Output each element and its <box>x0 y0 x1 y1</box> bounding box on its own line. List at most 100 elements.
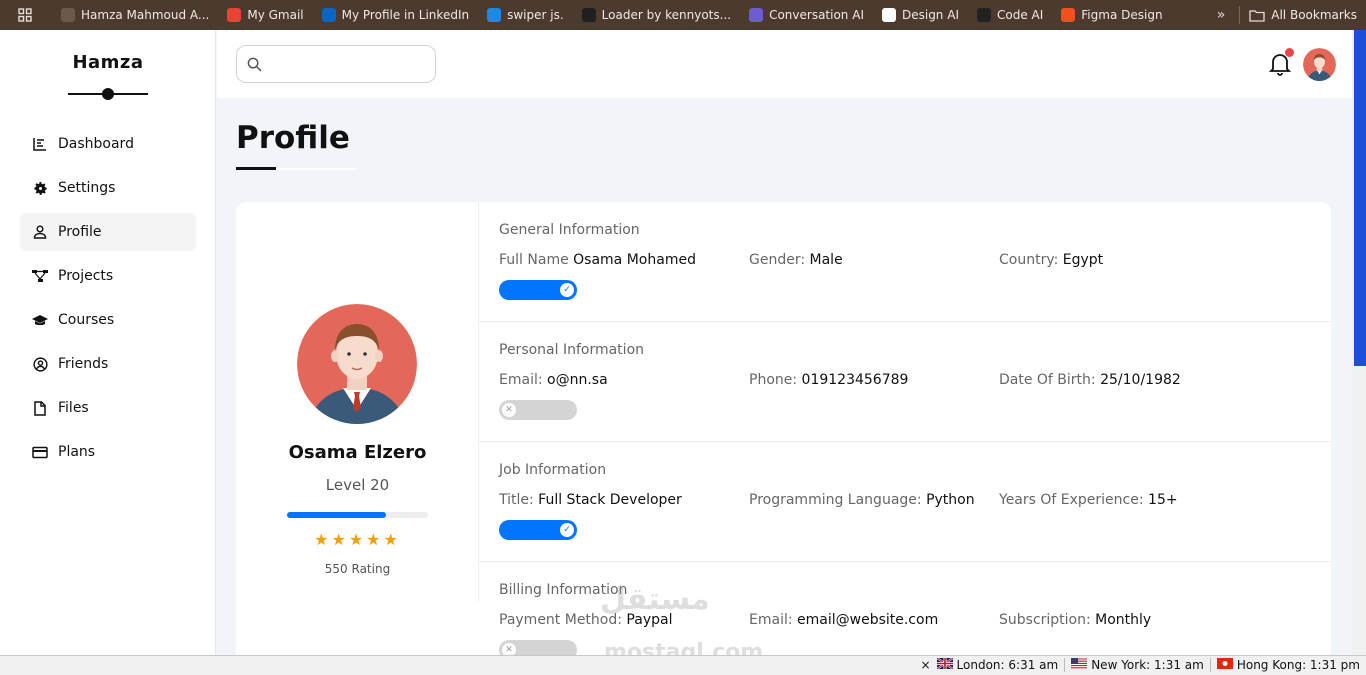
brand-name: Hamza <box>72 52 144 73</box>
field-label: Phone: <box>749 372 802 388</box>
search-box[interactable] <box>236 45 436 83</box>
info-field: Subscription: Monthly <box>999 612 1151 628</box>
world-clock: London: 6:31 am <box>936 658 1058 672</box>
sidebar-item-settings[interactable]: Settings <box>20 169 196 207</box>
sidebar-item-friends[interactable]: Friends <box>20 345 196 383</box>
section-title: Personal Information <box>499 342 645 358</box>
uiverse-icon <box>581 8 596 22</box>
search-icon <box>247 57 262 72</box>
field-value: Osama Mohamed <box>573 252 696 268</box>
rating-count: 550 Rating <box>324 562 391 576</box>
bookmark-my-profile-in-linkedin[interactable]: My Profile in LinkedIn <box>313 0 478 30</box>
field-label: Subscription: <box>999 612 1096 628</box>
field-label: Years Of Experience: <box>999 492 1149 508</box>
field-value: 25/10/1982 <box>1100 372 1181 388</box>
bookmark-label: swiper js. <box>507 8 564 22</box>
file-icon <box>32 400 48 416</box>
field-label: Programming Language: <box>749 492 927 508</box>
bookmark-conversation-ai[interactable]: Conversation AI <box>740 0 873 30</box>
field-label: Date Of Birth: <box>999 372 1101 388</box>
field-value: Full Stack Developer <box>538 492 682 508</box>
design-ai-icon <box>881 8 896 22</box>
code-ai-icon <box>976 8 991 22</box>
check-icon: ✓ <box>560 523 574 537</box>
field-value: 019123456789 <box>801 372 909 388</box>
uk-flag-icon <box>936 658 953 672</box>
sidebar-item-dashboard[interactable]: Dashboard <box>20 125 196 163</box>
more-bookmarks-chevron-icon[interactable]: » <box>1203 7 1240 23</box>
bookmark-code-ai[interactable]: Code AI <box>968 0 1052 30</box>
sidebar-nav: Dashboard Settings Profile Projects Courses F… <box>20 125 196 477</box>
brand-dot <box>102 88 114 100</box>
bookmark-label: Code AI <box>996 8 1044 22</box>
info-field: Phone: 019123456789 <box>749 372 908 388</box>
world-clock: New York: 1:31 am <box>1071 658 1204 672</box>
graduation-cap-icon <box>32 312 48 328</box>
bookmarks-bar: Hamza Mahmoud A... My Gmail My Profile in … <box>0 0 1366 30</box>
field-value: Egypt <box>1062 252 1104 268</box>
check-icon: ✓ <box>560 283 574 297</box>
section-personal-information: Personal Information Email: o@nn.sa Phone:… <box>479 322 1331 442</box>
credit-card-icon <box>32 444 48 460</box>
info-field: Gender: Male <box>749 252 843 268</box>
top-header <box>217 30 1352 98</box>
section-toggle[interactable]: ✓ <box>499 520 577 540</box>
gmail-icon <box>227 8 242 22</box>
notification-badge <box>1285 48 1294 57</box>
gear-icon <box>32 180 48 196</box>
all-bookmarks-button[interactable]: All Bookmarks <box>1240 0 1366 30</box>
title-underline-accent <box>236 167 276 170</box>
section-title: Job Information <box>499 462 607 478</box>
user-circle-icon <box>32 356 48 372</box>
sidebar-item-label: Profile <box>58 224 102 240</box>
header-avatar[interactable] <box>1303 48 1336 81</box>
close-icon[interactable]: × <box>920 658 930 672</box>
info-field: Title: Full Stack Developer <box>499 492 682 508</box>
bookmark-label: Design AI <box>901 8 959 22</box>
bookmark-label: My Profile in LinkedIn <box>341 8 470 22</box>
x-icon: ✕ <box>502 403 516 417</box>
apps-grid-icon[interactable] <box>0 0 52 30</box>
sidebar-item-courses[interactable]: Courses <box>20 301 196 339</box>
clock-divider <box>1209 658 1211 672</box>
field-value: o@nn.sa <box>547 372 608 388</box>
bookmark-design-ai[interactable]: Design AI <box>873 0 968 30</box>
clock-label: New York: 1:31 am <box>1091 658 1204 672</box>
field-label: Title: <box>499 492 539 508</box>
bookmark-swiper-js[interactable]: swiper js. <box>478 0 573 30</box>
field-value: Monthly <box>1095 612 1152 628</box>
page-scrollbar-thumb[interactable] <box>1354 30 1366 366</box>
section-toggle[interactable]: ✓ <box>499 280 577 300</box>
sidebar-item-projects[interactable]: Projects <box>20 257 196 295</box>
section-general-information: General Information Full Name Osama Moham… <box>479 202 1331 322</box>
sidebar-item-plans[interactable]: Plans <box>20 433 196 471</box>
bookmark-my-gmail[interactable]: My Gmail <box>218 0 312 30</box>
section-title: General Information <box>499 222 640 238</box>
bookmark-figma-design[interactable]: Figma Design <box>1052 0 1171 30</box>
clock-divider <box>1064 658 1066 672</box>
user-photo-icon <box>61 8 75 22</box>
section-toggle[interactable]: ✕ <box>499 400 577 420</box>
search-input[interactable] <box>268 56 428 72</box>
section-job-information: Job Information Title: Full Stack Develop… <box>479 442 1331 562</box>
field-value: email@website.com <box>797 612 939 628</box>
field-value: 15+ <box>1148 492 1178 508</box>
sidebar-item-label: Plans <box>58 444 96 460</box>
field-label: Country: <box>999 252 1063 268</box>
field-label: Email: <box>499 372 548 388</box>
sidebar-item-profile[interactable]: Profile <box>20 213 196 251</box>
bookmark-label: My Gmail <box>247 8 304 22</box>
clock-label: Hong Kong: 1:31 pm <box>1236 658 1360 672</box>
level-progress-fill <box>287 512 386 518</box>
sidebar-item-files[interactable]: Files <box>20 389 196 427</box>
conversation-ai-icon <box>749 8 764 22</box>
bookmark-loader-by-kennyots[interactable]: Loader by kennyots... <box>573 0 740 30</box>
info-field: Email: email@website.com <box>749 612 938 628</box>
bookmark-hamza-mahmoud-a[interactable]: Hamza Mahmoud A... <box>52 0 218 30</box>
profile-avatar <box>297 304 417 424</box>
watermark-logo: مستقل <box>600 582 710 617</box>
field-value: Python <box>926 492 975 508</box>
user-level: Level 20 <box>325 476 390 494</box>
field-label: Full Name <box>499 252 574 268</box>
diagram-icon <box>32 268 48 284</box>
